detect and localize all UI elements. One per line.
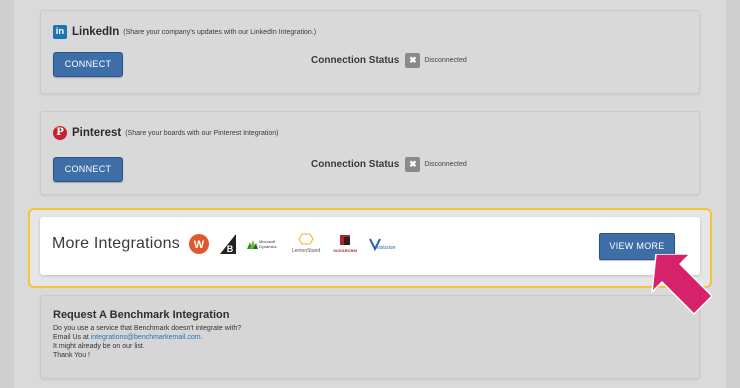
integration-logos: W B Microsoft Dynamics LemonStand SUGARC… bbox=[188, 233, 406, 255]
connection-status-value: Disconnected bbox=[424, 161, 467, 168]
request-line-4: Thank You ! bbox=[53, 352, 90, 359]
request-email-link[interactable]: integrations@benchmarkemail.com bbox=[91, 334, 201, 341]
request-title: Request A Benchmark Integration bbox=[53, 309, 230, 321]
pinterest-connect-button[interactable]: CONNECT bbox=[53, 157, 123, 182]
connection-status-label: Connection Status bbox=[311, 159, 400, 170]
wufoo-logo: W bbox=[189, 234, 209, 254]
pinterest-title-row: P Pinterest (Share your boards with our … bbox=[53, 126, 279, 140]
pointer-arrow-icon bbox=[651, 254, 713, 315]
svg-text:LemonStand: LemonStand bbox=[292, 248, 321, 254]
linkedin-connect-button[interactable]: CONNECT bbox=[53, 52, 123, 77]
svg-text:B: B bbox=[227, 244, 234, 254]
linkedin-title: LinkedIn bbox=[72, 26, 120, 38]
linkedin-description: (Share your company's updates with our L… bbox=[123, 28, 317, 36]
linkedin-connection-status: Connection Status ✖ Disconnected bbox=[311, 53, 467, 68]
volusion-logo: volusion bbox=[369, 238, 396, 252]
request-email-suffix: . bbox=[200, 334, 203, 341]
more-integrations-title: More Integrations bbox=[52, 235, 180, 252]
request-line-2: Email Us at integrations@benchmarkemail.… bbox=[53, 334, 203, 341]
connection-status-value: Disconnected bbox=[424, 57, 467, 64]
linkedin-logo-icon: in bbox=[53, 25, 67, 39]
pinterest-description: (Share your boards with our Pinterest In… bbox=[125, 129, 279, 137]
svg-text:SUGARCRM: SUGARCRM bbox=[333, 248, 357, 253]
svg-text:W: W bbox=[194, 239, 205, 251]
microsoft-dynamics-logo: Microsoft Dynamics bbox=[247, 239, 277, 249]
more-integrations-card: More Integrations W B Microsoft Dynamics… bbox=[40, 217, 700, 275]
request-integration-card: Request A Benchmark Integration Do you u… bbox=[40, 295, 700, 379]
request-line-3: It might already be on our list. bbox=[53, 343, 145, 350]
bigcommerce-logo: B bbox=[220, 234, 236, 254]
x-icon: ✖ bbox=[405, 53, 421, 68]
request-email-prefix: Email Us at bbox=[53, 334, 91, 341]
svg-text:Dynamics: Dynamics bbox=[259, 244, 277, 249]
pinterest-connection-status: Connection Status ✖ Disconnected bbox=[311, 157, 467, 172]
linkedin-title-row: in LinkedIn (Share your company's update… bbox=[53, 25, 316, 39]
svg-text:volusion: volusion bbox=[377, 245, 396, 251]
linkedin-integration-card: in LinkedIn (Share your company's update… bbox=[40, 10, 700, 94]
x-icon: ✖ bbox=[405, 157, 421, 172]
sugarcrm-logo: SUGARCRM bbox=[333, 235, 357, 253]
pinterest-integration-card: P Pinterest (Share your boards with our … bbox=[40, 111, 700, 195]
connection-status-label: Connection Status bbox=[311, 55, 400, 66]
pinterest-title: Pinterest bbox=[72, 127, 122, 139]
pinterest-logo-icon: P bbox=[53, 126, 67, 140]
lemonstand-logo: LemonStand bbox=[292, 233, 321, 254]
request-line-1: Do you use a service that Benchmark does… bbox=[53, 325, 242, 332]
